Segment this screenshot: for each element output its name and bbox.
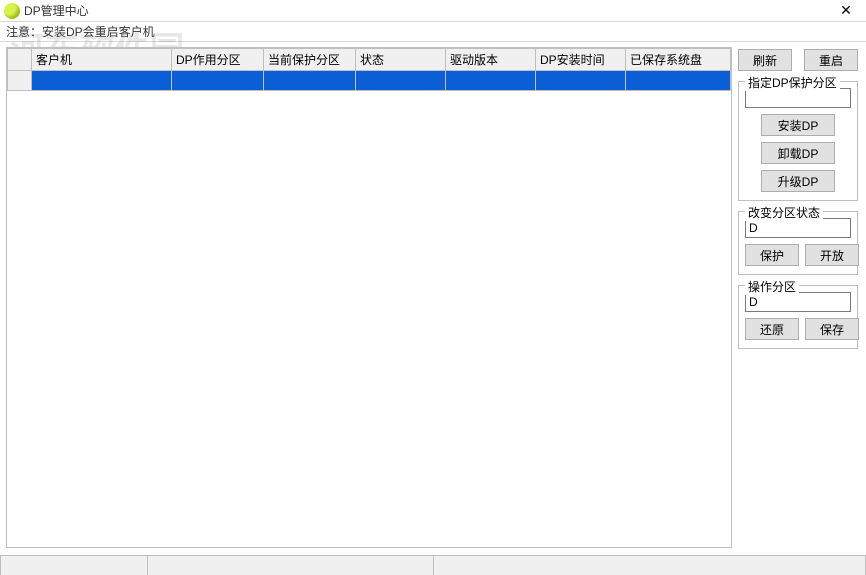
row-header [8, 71, 32, 91]
open-button[interactable]: 开放 [805, 244, 859, 266]
upgrade-dp-button[interactable]: 升级DP [761, 170, 835, 192]
col-status[interactable]: 状态 [356, 49, 446, 71]
operate-zone-input[interactable] [745, 292, 851, 312]
col-client[interactable]: 客户机 [32, 49, 172, 71]
group-operate-legend: 操作分区 [745, 278, 799, 295]
sidebar: 刷新 重启 指定DP保护分区 安装DP 卸载DP 升级DP 改变分区状态 保护 … [732, 43, 866, 552]
group-protect-zone: 指定DP保护分区 安装DP 卸载DP 升级DP [738, 81, 858, 201]
client-table[interactable]: 客户机 DP作用分区 当前保护分区 状态 驱动版本 DP安装时间 已保存系统盘 [7, 48, 731, 91]
restart-button[interactable]: 重启 [804, 49, 858, 71]
notice-bar: 注意：安装DP会重启客户机 [0, 22, 866, 42]
status-pane-2 [148, 556, 434, 575]
group-operate-zone: 操作分区 还原 保存 [738, 285, 858, 349]
save-button[interactable]: 保存 [805, 318, 859, 340]
status-pane-1 [0, 556, 148, 575]
app-icon [4, 3, 20, 19]
top-button-row: 刷新 重启 [738, 49, 858, 71]
table-cell[interactable] [356, 71, 446, 91]
close-icon[interactable]: ✕ [832, 2, 860, 20]
col-install-time[interactable]: DP安装时间 [536, 49, 626, 71]
col-driver-ver[interactable]: 驱动版本 [446, 49, 536, 71]
table-header-row: 客户机 DP作用分区 当前保护分区 状态 驱动版本 DP安装时间 已保存系统盘 [8, 49, 731, 71]
table-cell[interactable] [626, 71, 731, 91]
col-protect-zone[interactable]: 当前保护分区 [264, 49, 356, 71]
group-protect-legend: 指定DP保护分区 [745, 74, 840, 91]
col-dp-zone[interactable]: DP作用分区 [172, 49, 264, 71]
table-cell[interactable] [264, 71, 356, 91]
table-corner [8, 49, 32, 71]
group-change-legend: 改变分区状态 [745, 204, 823, 221]
change-state-input[interactable] [745, 218, 851, 238]
group-change-state: 改变分区状态 保护 开放 [738, 211, 858, 275]
table-cell[interactable] [32, 71, 172, 91]
table-cell[interactable] [172, 71, 264, 91]
titlebar: DP管理中心 ✕ [0, 0, 866, 22]
refresh-button[interactable]: 刷新 [738, 49, 792, 71]
notice-text: 注意：安装DP会重启客户机 [6, 23, 155, 40]
table-row[interactable] [8, 71, 731, 91]
protect-button[interactable]: 保护 [745, 244, 799, 266]
status-pane-3 [434, 556, 866, 575]
main-area: 客户机 DP作用分区 当前保护分区 状态 驱动版本 DP安装时间 已保存系统盘 … [0, 42, 866, 552]
client-table-wrap: 客户机 DP作用分区 当前保护分区 状态 驱动版本 DP安装时间 已保存系统盘 [6, 47, 732, 548]
window-title: DP管理中心 [24, 2, 89, 19]
table-cell[interactable] [536, 71, 626, 91]
table-cell[interactable] [446, 71, 536, 91]
col-saved-sysdisk[interactable]: 已保存系统盘 [626, 49, 731, 71]
uninstall-dp-button[interactable]: 卸载DP [761, 142, 835, 164]
restore-button[interactable]: 还原 [745, 318, 799, 340]
install-dp-button[interactable]: 安装DP [761, 114, 835, 136]
protect-zone-input[interactable] [745, 88, 851, 108]
status-bar [0, 555, 866, 575]
